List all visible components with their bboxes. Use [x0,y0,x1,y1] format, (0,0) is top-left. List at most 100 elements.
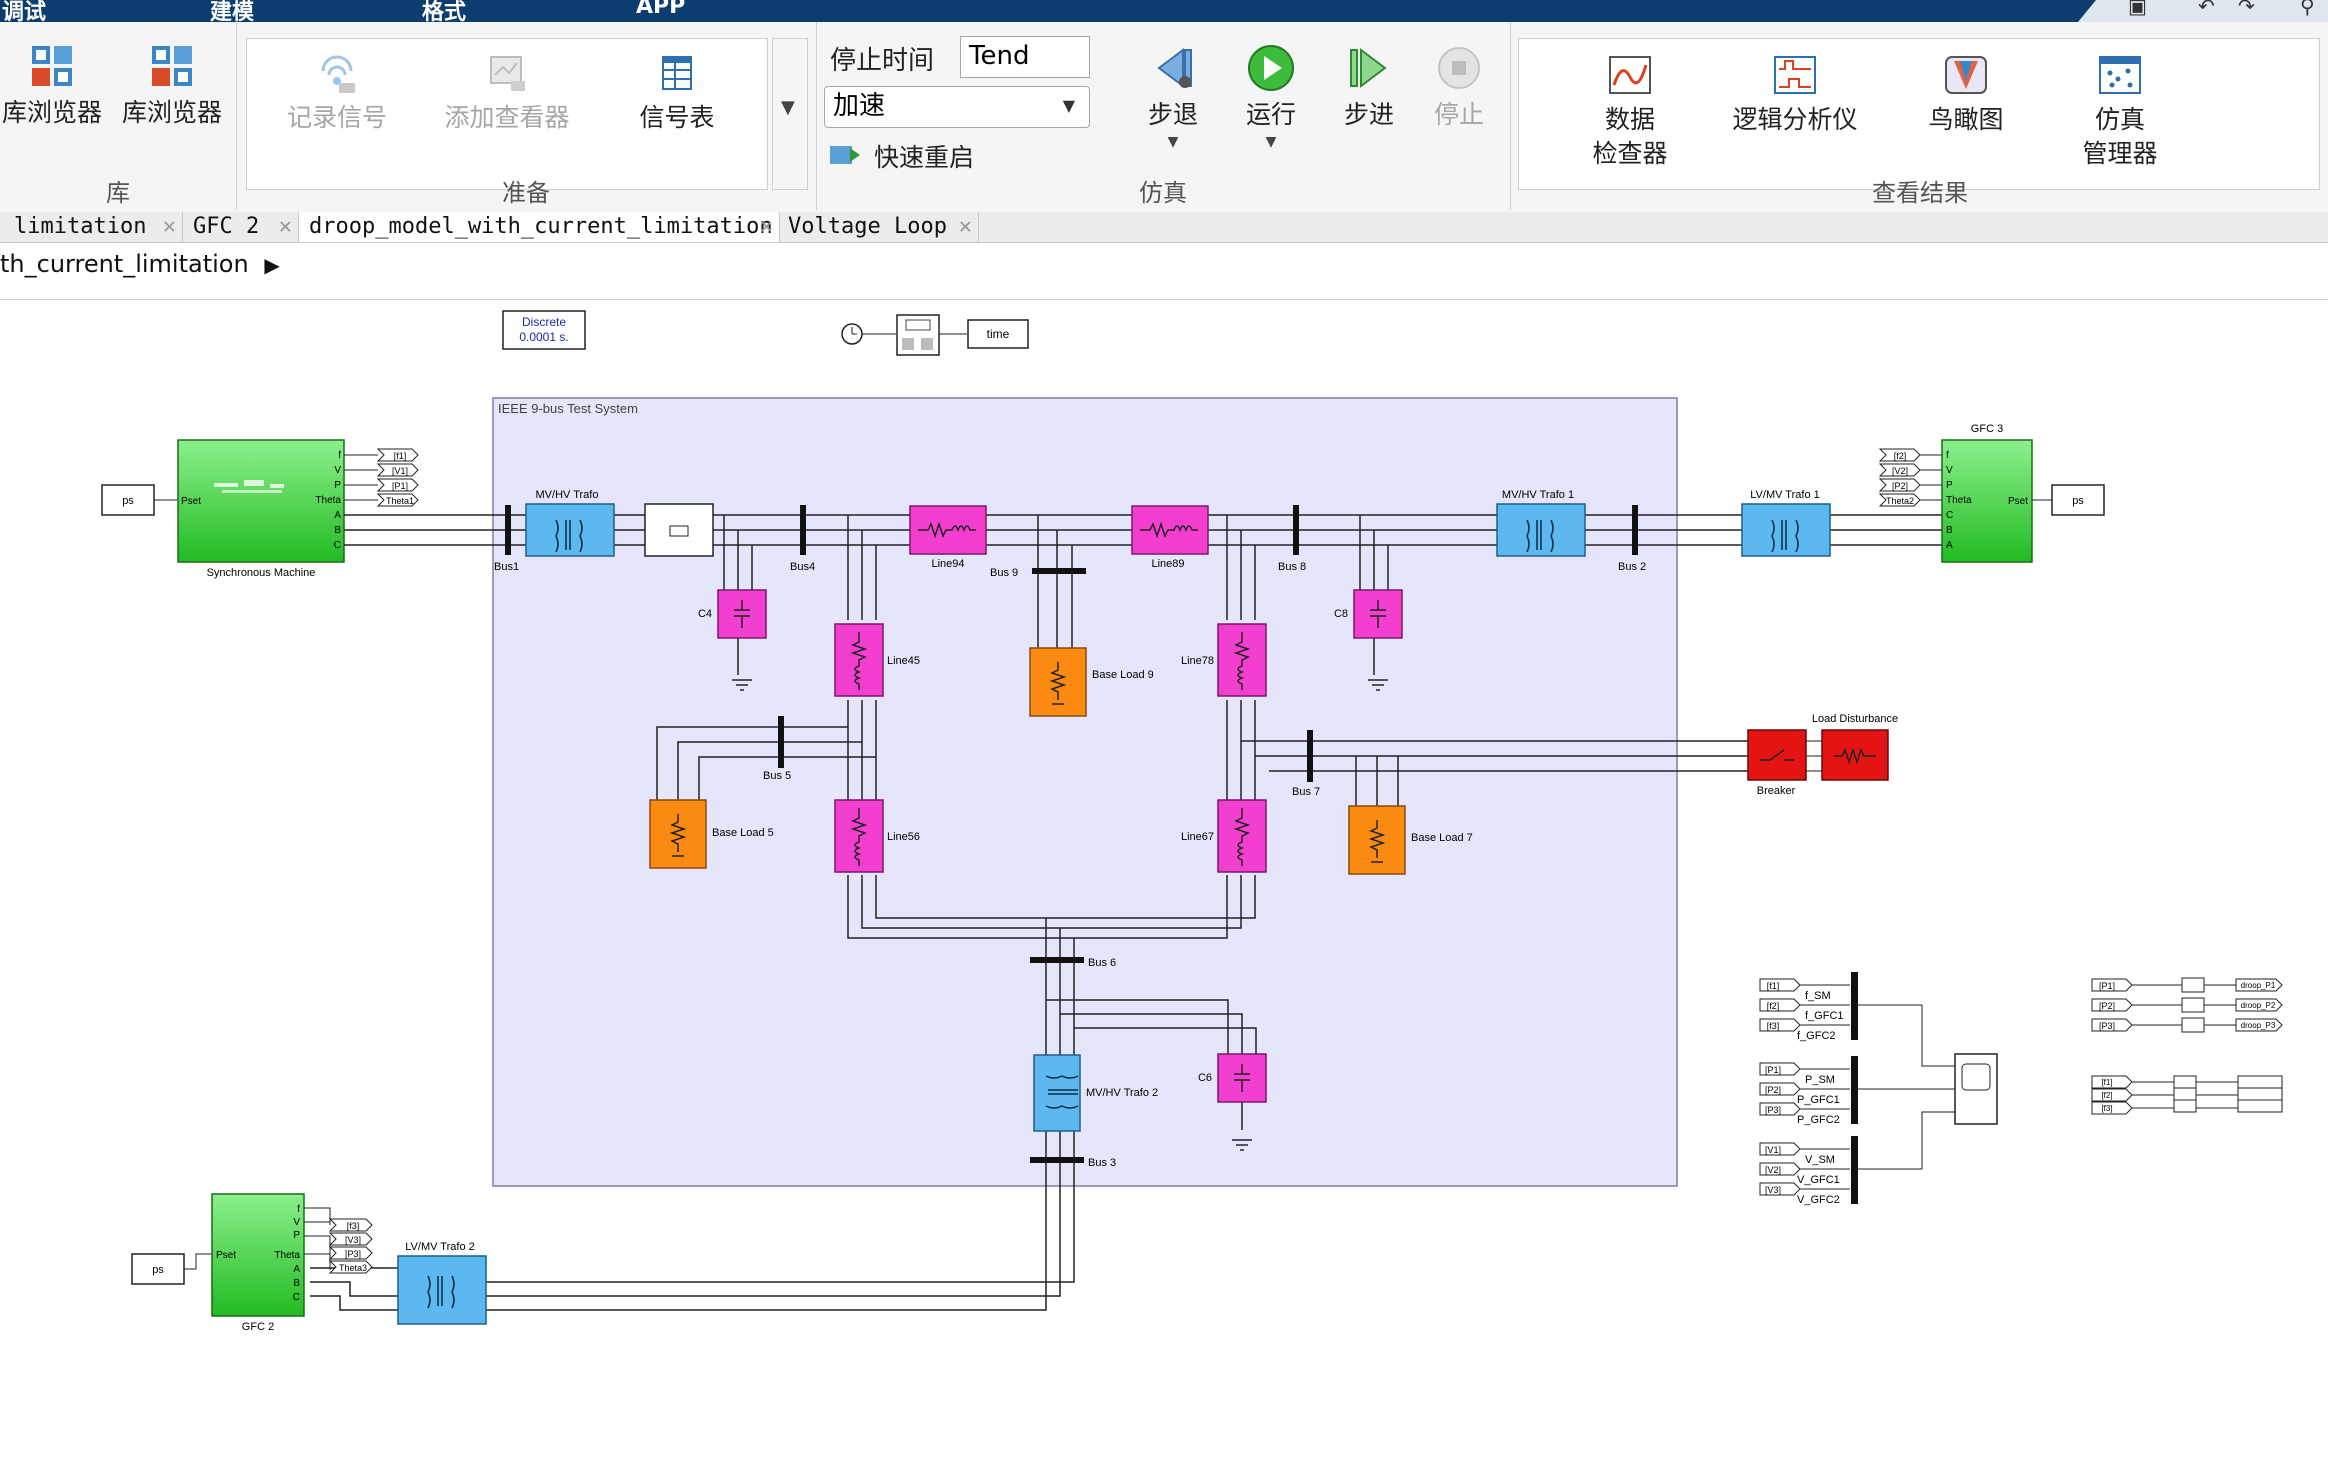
stop-time-field[interactable]: Tend [960,36,1090,78]
clock-block[interactable] [841,323,863,345]
bus-label: Bus 6 [1088,957,1116,969]
step-back-button[interactable]: 步退 ▼ [1138,44,1208,152]
close-icon[interactable]: ✕ [163,212,176,242]
close-icon[interactable]: ✕ [959,212,972,242]
droop-from-tags[interactable]: [P1] [P2] [P3] [2091,978,2133,1032]
signal-table-icon [662,56,692,90]
model-canvas[interactable]: IEEE 9-bus Test System Discrete 0.0001 s… [0,300,2328,1475]
breadcrumb[interactable]: th_current_limitation ▶ [0,250,280,278]
line-label: Line94 [931,558,964,570]
step-forward-button[interactable]: 步进 [1334,44,1404,132]
gfc2-block[interactable]: ps Pset f V P Theta A B C GFC 2 [131,1193,305,1333]
gfc3-ps-block[interactable]: ps [2032,484,2105,516]
ps-label: ps [152,1264,164,1276]
droop-goto-tags[interactable]: droop_P1 droop_P2 droop_P3 [2235,978,2283,1032]
stop-button[interactable]: 停止 [1424,44,1494,132]
chevron-right-icon[interactable]: ▶ [264,253,279,277]
signal-label: V_GFC1 [1797,1174,1840,1186]
save-icon[interactable]: ▣ [2128,0,2147,18]
tab-gfc-2[interactable]: GFC 2 ✕ [183,212,299,242]
logic-analyzer-icon [1774,56,1816,94]
port-label: B [334,525,341,536]
undo-icon[interactable]: ↶ [2198,0,2215,18]
birds-eye-button[interactable]: 鸟瞰图 [1901,53,2031,137]
simulation-manager-icon [2099,56,2141,94]
breadcrumb-model[interactable]: th_current_limitation [0,250,249,278]
port-label: f [297,1204,300,1215]
gfc3-block[interactable]: GFC 3 f V P Theta C B A Pset [1941,423,2033,563]
signal-table-button[interactable]: 信号表 [607,53,747,135]
from-tag: [V1] [1765,1145,1781,1155]
record-signal-button[interactable]: 记录信号 [267,53,407,135]
scope-from-tags[interactable]: [f1] [f2] [f3] [P1] [P2] [P3] [V1] [V2] … [1759,978,1801,1196]
tab-droop-model[interactable]: droop_model_with_current_limitation ✕ [299,212,780,242]
library-browser-button-2[interactable]: 库浏览器 [120,44,224,130]
port-label: P [293,1230,300,1241]
add-viewer-button[interactable]: 添加查看器 [427,53,587,135]
tab-voltage-loop[interactable]: Voltage Loop ✕ [780,212,979,242]
port-label: V [293,1217,300,1228]
three-phase-block[interactable] [644,503,714,557]
search-icon[interactable]: ⚲ [2300,0,2315,18]
goto-tag: [P2] [1892,481,1908,491]
droop-gain-blocks[interactable] [2181,977,2205,1033]
signal-label: f_SM [1805,990,1831,1002]
time-goto-block[interactable]: time [967,319,1029,349]
signal-label: P_GFC1 [1797,1094,1840,1106]
pset-label: Pset [2008,496,2028,507]
from-tag: [P2] [1765,1085,1781,1095]
lv-mv-trafo-1-block[interactable]: LV/MV Trafo 1 [1741,489,1831,557]
menu-tab-apps[interactable]: APP [636,0,685,19]
prepare-gallery: 记录信号 添加查看器 信号表 [246,38,768,190]
model-tabs: limitation ✕ GFC 2 ✕ droop_model_with_curr… [0,212,2328,243]
mux-from-tags[interactable]: [f1] [f2] [f3] [2091,1075,2133,1115]
library-browser-button-1[interactable]: 库浏览器 [0,44,104,130]
area-title: IEEE 9-bus Test System [498,401,638,416]
gfc3-goto-tags[interactable]: [f2] [V2] [P2] Theta2 [1878,448,1942,507]
gfc2-goto-tags[interactable]: [f3] [V3] [P3] Theta3 [304,1207,373,1274]
chevron-down-icon: ▼ [781,97,795,118]
powergui-block[interactable]: Discrete 0.0001 s. [502,310,586,350]
close-icon[interactable]: ✕ [279,212,292,242]
gallery-expand-button[interactable]: ▼ [772,38,808,190]
port-label: B [293,1278,300,1289]
simulation-manager-button[interactable]: 仿真 管理器 [2055,53,2185,171]
run-button[interactable]: 运行 ▼ [1236,44,1306,152]
load-label: Base Load 7 [1411,832,1473,844]
tab-limitation[interactable]: limitation ✕ [0,212,183,242]
capacitor-label: C4 [698,608,712,620]
step-forward-icon [1350,48,1387,88]
chevron-down-icon: ▼ [1062,96,1075,115]
data-inspector-button[interactable]: 数据 检查器 [1565,53,1695,171]
step-forward-label: 步进 [1343,100,1394,129]
goto-tag: [f3] [347,1221,360,1231]
mux-blocks[interactable] [2173,1075,2283,1113]
breaker-block[interactable]: Breaker [1747,729,1807,797]
scope-block[interactable] [1954,1053,1998,1125]
chevron-down-icon[interactable]: ▼ [1138,132,1208,152]
load-disturbance-label: Load Disturbance [1812,713,1898,725]
from-tag: [V2] [1765,1165,1781,1175]
signal-label: P_GFC2 [1797,1114,1840,1126]
close-icon[interactable]: ✕ [760,212,773,242]
trafo-label: LV/MV Trafo 1 [1750,489,1820,501]
synchronous-machine-block[interactable]: ps Pset f V P Theta A B C Synchronous Ma… [101,439,345,579]
load-disturbance-block[interactable]: Load Disturbance [1812,713,1898,781]
line-label: Line45 [887,655,920,667]
mv-hv-trafo-1-block[interactable]: MV/HV Trafo 1 [1496,489,1586,557]
time-gain-block[interactable] [896,314,940,356]
capacitor-label: C8 [1334,608,1348,620]
redo-icon[interactable]: ↷ [2238,0,2255,18]
goto-tag: [f2] [1894,451,1907,461]
simulation-mode-select[interactable]: 加速 ▼ [824,86,1090,128]
block-diagram[interactable]: IEEE 9-bus Test System Discrete 0.0001 s… [0,300,2328,1475]
chevron-down-icon[interactable]: ▼ [1236,132,1306,152]
sm-goto-tags[interactable]: [f1] [V1] [P1] Theta1 [344,448,419,507]
scope-signal-labels: f_SM f_GFC1 f_GFC2 P_SM P_GFC1 P_GFC2 V_… [1797,990,1844,1206]
scope-mux-bars[interactable] [1851,972,1858,1204]
signal-label: f_GFC1 [1805,1010,1844,1022]
goto-tag: Theta2 [1886,496,1914,506]
fast-restart-toggle[interactable]: 快速重启 [828,138,1088,172]
logic-analyzer-button[interactable]: 逻辑分析仪 [1715,53,1875,137]
lv-mv-trafo-2-block[interactable]: LV/MV Trafo 2 [397,1241,487,1325]
